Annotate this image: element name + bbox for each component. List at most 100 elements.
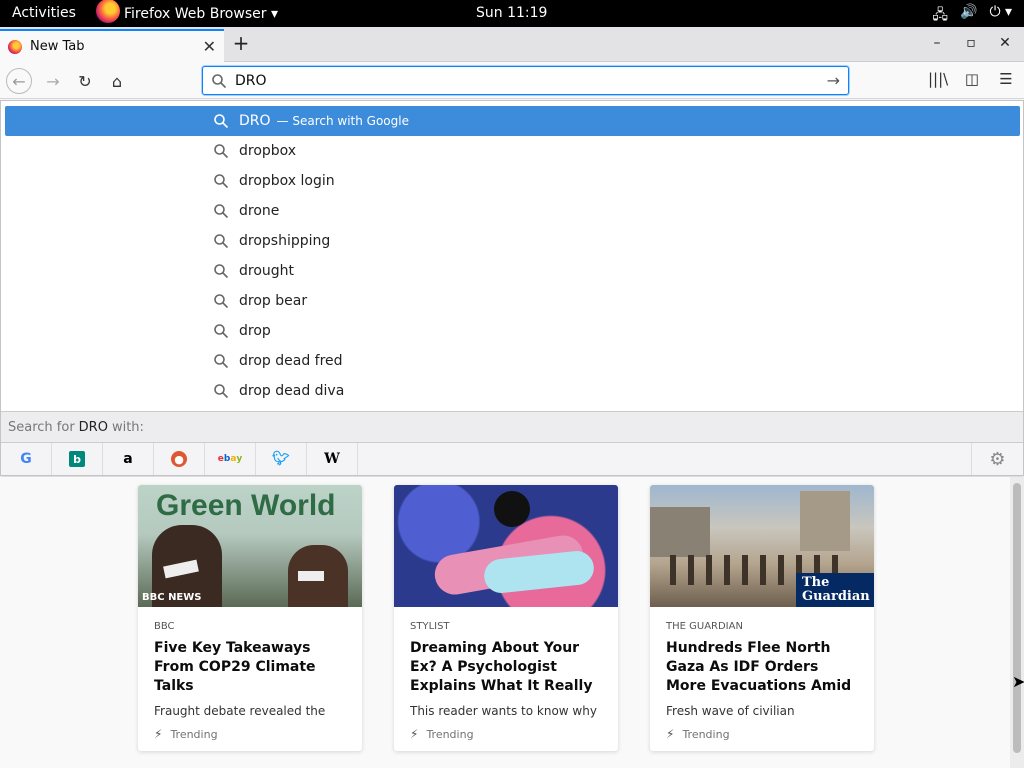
- toolbar-right-buttons: |||\ ◫ ☰: [928, 70, 1016, 88]
- ebay-icon: ebay: [217, 454, 243, 464]
- search-icon: [214, 384, 229, 399]
- hamburger-menu-icon[interactable]: ☰: [996, 70, 1016, 88]
- story-excerpt: This reader wants to know why: [410, 704, 597, 718]
- home-button[interactable]: ⌂: [104, 68, 130, 94]
- suggestion-item[interactable]: drought: [5, 256, 1020, 286]
- activities-button[interactable]: Activities: [12, 5, 76, 21]
- suggestion-text: drop: [239, 323, 271, 339]
- new-tab-content: Green World BBC NEWS BBC Five Key Takeaw…: [0, 477, 1010, 768]
- story-excerpt: Fraught debate revealed the: [154, 704, 326, 718]
- wikipedia-engine-button[interactable]: W: [307, 443, 358, 475]
- gnome-top-bar: Activities Firefox Web Browser ▾ Sun 11:…: [0, 0, 1024, 27]
- back-button[interactable]: ←: [6, 68, 32, 94]
- story-context-label: Trending: [682, 727, 730, 741]
- suggestion-text: dropbox: [239, 143, 297, 159]
- search-icon: [212, 73, 227, 88]
- suggestion-text: dropbox login: [239, 173, 335, 189]
- story-thumbnail: The Guardian: [650, 485, 874, 607]
- suggestion-text: drought: [239, 263, 295, 279]
- tab-new-tab[interactable]: New Tab ✕: [0, 29, 224, 62]
- story-context: ⚡ Trending: [154, 727, 346, 741]
- story-context-label: Trending: [426, 727, 474, 741]
- one-off-search-engines: G b a ● ebay 🐦︎ W ⚙: [1, 443, 1023, 475]
- system-tray[interactable]: 🖧 🔊 ⏻ ▾: [932, 4, 1012, 28]
- network-icon: 🖧: [932, 7, 948, 23]
- suggestion-item[interactable]: drone: [5, 196, 1020, 226]
- bing-engine-button[interactable]: b: [52, 443, 103, 475]
- mouse-pointer-icon: ➤: [1012, 672, 1024, 691]
- close-window-icon[interactable]: ✕: [988, 35, 1022, 51]
- go-arrow-icon[interactable]: →: [827, 71, 840, 90]
- close-tab-icon[interactable]: ✕: [203, 37, 216, 56]
- app-menu-label: Firefox Web Browser ▾: [124, 6, 278, 22]
- search-icon: [214, 264, 229, 279]
- suggestion-action: — Search with Google: [276, 114, 409, 128]
- scrollbar-thumb[interactable]: [1013, 483, 1021, 753]
- story-thumbnail: Green World BBC NEWS: [138, 485, 362, 607]
- search-icon: [214, 354, 229, 369]
- story-headline: Five Key Takeaways From COP29 Climate Ta…: [154, 640, 316, 694]
- trending-bolt-icon: ⚡: [154, 727, 163, 741]
- library-icon[interactable]: |||\: [928, 70, 948, 88]
- duckduckgo-engine-button[interactable]: ●: [154, 443, 205, 475]
- oneoff-query: DRO: [78, 419, 108, 435]
- story-card[interactable]: STYLIST Dreaming About Your Ex? A Psycho…: [394, 485, 618, 751]
- duckduckgo-icon: ●: [171, 451, 187, 467]
- sidebar-icon[interactable]: ◫: [962, 70, 982, 88]
- address-bar[interactable]: →: [202, 66, 849, 95]
- volume-icon: 🔊: [960, 4, 978, 20]
- clock[interactable]: Sun 11:19: [476, 5, 547, 21]
- search-icon: [214, 144, 229, 159]
- story-thumbnail: [394, 485, 618, 607]
- page-scrollbar[interactable]: [1010, 477, 1024, 768]
- suggestion-text: dropshipping: [239, 233, 331, 249]
- new-tab-button[interactable]: +: [230, 31, 252, 55]
- search-icon: [214, 324, 229, 339]
- suggestion-item[interactable]: drop: [5, 316, 1020, 346]
- suggestion-item[interactable]: dropbox login: [5, 166, 1020, 196]
- story-context: ⚡ Trending: [666, 727, 858, 741]
- guardian-logo: The Guardian: [796, 573, 874, 607]
- one-off-search-header: Search for DRO with:: [1, 411, 1023, 443]
- search-icon: [214, 114, 229, 129]
- maximize-icon[interactable]: ▫: [954, 35, 988, 51]
- thumbnail-sign-text: Green World: [156, 489, 336, 522]
- bing-icon: b: [69, 451, 85, 467]
- suggestion-item[interactable]: dropbox: [5, 136, 1020, 166]
- ebay-engine-button[interactable]: ebay: [205, 443, 256, 475]
- search-icon: [214, 234, 229, 249]
- twitter-icon: 🐦︎: [272, 451, 290, 467]
- forward-button[interactable]: →: [40, 68, 66, 94]
- amazon-icon: a: [123, 451, 133, 467]
- suggestion-item[interactable]: drop dead fred: [5, 346, 1020, 376]
- suggestion-item[interactable]: dropshipping: [5, 226, 1020, 256]
- reload-button[interactable]: ↻: [72, 68, 98, 94]
- suggestion-query: DRO: [239, 113, 271, 129]
- suggestion-text: drop bear: [239, 293, 308, 309]
- suggestion-item[interactable]: drop bear: [5, 286, 1020, 316]
- twitter-engine-button[interactable]: 🐦︎: [256, 443, 307, 475]
- story-source: THE GUARDIAN: [666, 621, 743, 632]
- search-settings-gear-icon[interactable]: ⚙: [971, 443, 1023, 475]
- address-input[interactable]: [235, 72, 827, 89]
- suggestion-search-with-google[interactable]: DRO — Search with Google: [5, 106, 1020, 136]
- power-icon: ⏻ ▾: [989, 4, 1012, 20]
- story-card[interactable]: Green World BBC NEWS BBC Five Key Takeaw…: [138, 485, 362, 751]
- wikipedia-icon: W: [324, 451, 340, 467]
- suggestion-text: drop dead diva: [239, 383, 345, 399]
- firefox-favicon-icon: [8, 39, 22, 54]
- story-source: BBC: [154, 621, 175, 632]
- suggestion-item[interactable]: drop dead diva: [5, 376, 1020, 406]
- google-engine-button[interactable]: G: [1, 443, 52, 475]
- story-card[interactable]: The Guardian THE GUARDIAN Hundreds Flee …: [650, 485, 874, 751]
- app-menu[interactable]: Firefox Web Browser ▾: [96, 0, 278, 23]
- oneoff-prefix: Search for: [8, 419, 75, 435]
- minimize-icon[interactable]: –: [920, 35, 954, 51]
- oneoff-suffix: with:: [111, 419, 144, 435]
- tab-title: New Tab: [30, 39, 85, 54]
- tab-strip: New Tab ✕ + – ▫ ✕: [0, 27, 1024, 62]
- search-icon: [214, 174, 229, 189]
- amazon-engine-button[interactable]: a: [103, 443, 154, 475]
- search-icon: [214, 294, 229, 309]
- firefox-logo-icon: [96, 0, 120, 23]
